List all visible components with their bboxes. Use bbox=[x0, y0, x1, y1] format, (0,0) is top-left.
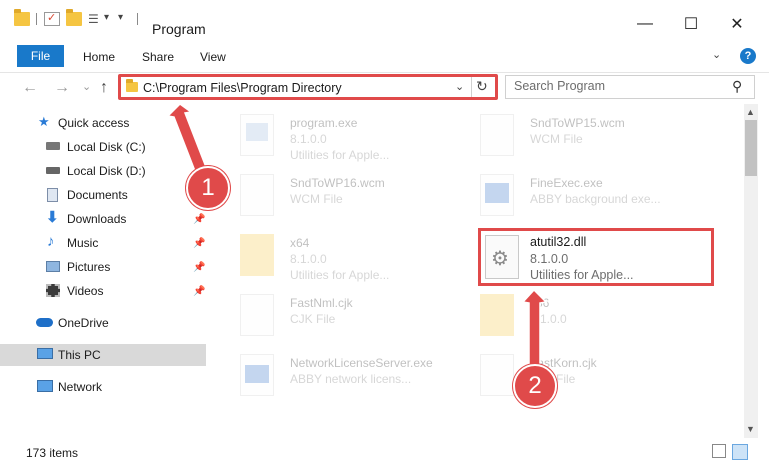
arrow-to-file bbox=[521, 288, 548, 367]
callout-arrows bbox=[166, 103, 548, 367]
callout-badge-2: 2 bbox=[513, 364, 557, 408]
callout-badge-1: 1 bbox=[186, 166, 230, 210]
